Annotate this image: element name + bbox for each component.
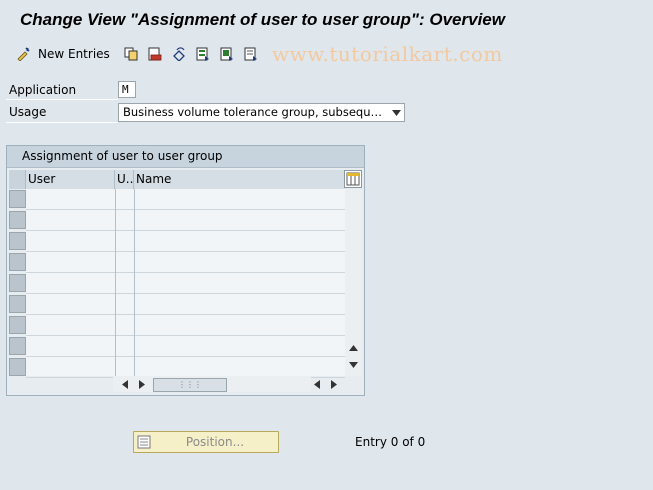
- title-bar: Change View "Assignment of user to user …: [0, 0, 653, 40]
- window-title: Change View "Assignment of user to user …: [20, 10, 505, 29]
- table-title-bar: Assignment of user to user group: [7, 146, 364, 168]
- cell-user[interactable]: [27, 211, 114, 230]
- application-label-underline: [6, 99, 118, 100]
- scroll-right-icon[interactable]: [327, 377, 341, 391]
- horizontal-scroll-thumb[interactable]: ⋮⋮⋮: [153, 378, 227, 392]
- cell-user[interactable]: [27, 190, 114, 209]
- cell-name[interactable]: [135, 190, 344, 209]
- cell-name[interactable]: [135, 337, 344, 356]
- table-title: Assignment of user to user group: [22, 149, 223, 163]
- cell-user[interactable]: [27, 274, 114, 293]
- usage-label: Usage: [9, 105, 47, 119]
- cell-name[interactable]: [135, 232, 344, 251]
- column-divider: [115, 189, 116, 376]
- scroll-up-icon[interactable]: [346, 341, 360, 355]
- table-settings-icon: [346, 172, 360, 186]
- undo-change-button[interactable]: [172, 45, 186, 63]
- select-all-rows-header[interactable]: [9, 170, 26, 189]
- row-selector[interactable]: [9, 253, 26, 271]
- new-entries-icon: [17, 47, 30, 61]
- cell-user[interactable]: [27, 295, 114, 314]
- cell-user-group[interactable]: [116, 295, 133, 314]
- select-block-icon: [220, 47, 233, 61]
- cell-name[interactable]: [135, 253, 344, 272]
- row-separator: [26, 335, 345, 336]
- position-button-label: Position...: [185, 435, 245, 449]
- row-separator: [26, 209, 345, 210]
- deselect-all-button[interactable]: [244, 45, 258, 63]
- new-entries-button[interactable]: New Entries: [16, 45, 110, 63]
- application-label: Application: [9, 83, 77, 97]
- row-selector[interactable]: [9, 274, 26, 292]
- row-separator: [26, 314, 345, 315]
- select-all-icon: [196, 47, 209, 61]
- cell-user[interactable]: [27, 337, 114, 356]
- row-selector[interactable]: [9, 358, 26, 376]
- row-selector[interactable]: [9, 316, 26, 334]
- usage-dropdown[interactable]: Business volume tolerance group, subsequ…: [118, 103, 405, 122]
- application-field[interactable]: M: [118, 81, 136, 98]
- copy-icon: [124, 47, 138, 61]
- row-separator: [26, 251, 345, 252]
- scroll-right-icon[interactable]: [135, 377, 149, 391]
- cell-user-group[interactable]: [116, 211, 133, 230]
- row-selector[interactable]: [9, 190, 26, 208]
- cell-name[interactable]: [135, 211, 344, 230]
- cell-user[interactable]: [27, 253, 114, 272]
- row-selector[interactable]: [9, 295, 26, 313]
- scroll-left-icon[interactable]: [118, 377, 132, 391]
- table-settings-button[interactable]: [344, 170, 362, 188]
- column-header-user[interactable]: User: [26, 170, 115, 189]
- cell-user-group[interactable]: [116, 358, 133, 377]
- column-header-user-group[interactable]: U..: [115, 170, 134, 189]
- new-entries-label: New Entries: [38, 47, 110, 61]
- cell-user-group[interactable]: [116, 232, 133, 251]
- cell-user-group[interactable]: [116, 316, 133, 335]
- cell-user-group[interactable]: [116, 253, 133, 272]
- cell-name[interactable]: [135, 358, 344, 377]
- table-control: Assignment of user to user group User U.…: [6, 145, 365, 396]
- delete-button[interactable]: [148, 45, 162, 63]
- row-selector[interactable]: [9, 232, 26, 250]
- cell-user[interactable]: [27, 232, 114, 251]
- column-header-name[interactable]: Name: [134, 170, 345, 189]
- cell-user-group[interactable]: [116, 190, 133, 209]
- column-divider: [134, 189, 135, 376]
- undo-icon: [173, 47, 185, 61]
- usage-label-underline: [6, 122, 118, 123]
- dropdown-arrow-icon[interactable]: [388, 104, 404, 121]
- deselect-all-icon: [244, 47, 257, 61]
- select-block-button[interactable]: [220, 45, 234, 63]
- usage-value: Business volume tolerance group, subsequ…: [123, 105, 389, 119]
- cell-name[interactable]: [135, 316, 344, 335]
- row-separator: [26, 293, 345, 294]
- vertical-scrollbar[interactable]: [345, 189, 362, 376]
- row-separator: [26, 272, 345, 273]
- cell-user[interactable]: [27, 316, 114, 335]
- copy-as-button[interactable]: [124, 45, 138, 63]
- cell-user[interactable]: [27, 358, 114, 377]
- select-all-button[interactable]: [196, 45, 210, 63]
- entry-count: Entry 0 of 0: [355, 435, 426, 449]
- row-selector[interactable]: [9, 211, 26, 229]
- position-button[interactable]: Position...: [133, 431, 279, 453]
- delete-icon: [148, 47, 162, 61]
- cell-user-group[interactable]: [116, 337, 133, 356]
- scroll-left-icon[interactable]: [310, 377, 324, 391]
- row-separator: [26, 230, 345, 231]
- cell-name[interactable]: [135, 274, 344, 293]
- cell-user-group[interactable]: [116, 274, 133, 293]
- row-selector[interactable]: [9, 337, 26, 355]
- position-icon: [137, 435, 151, 449]
- watermark: www.tutorialkart.com: [272, 42, 503, 66]
- scroll-down-icon[interactable]: [346, 358, 360, 372]
- row-separator: [26, 356, 345, 357]
- cell-name[interactable]: [135, 295, 344, 314]
